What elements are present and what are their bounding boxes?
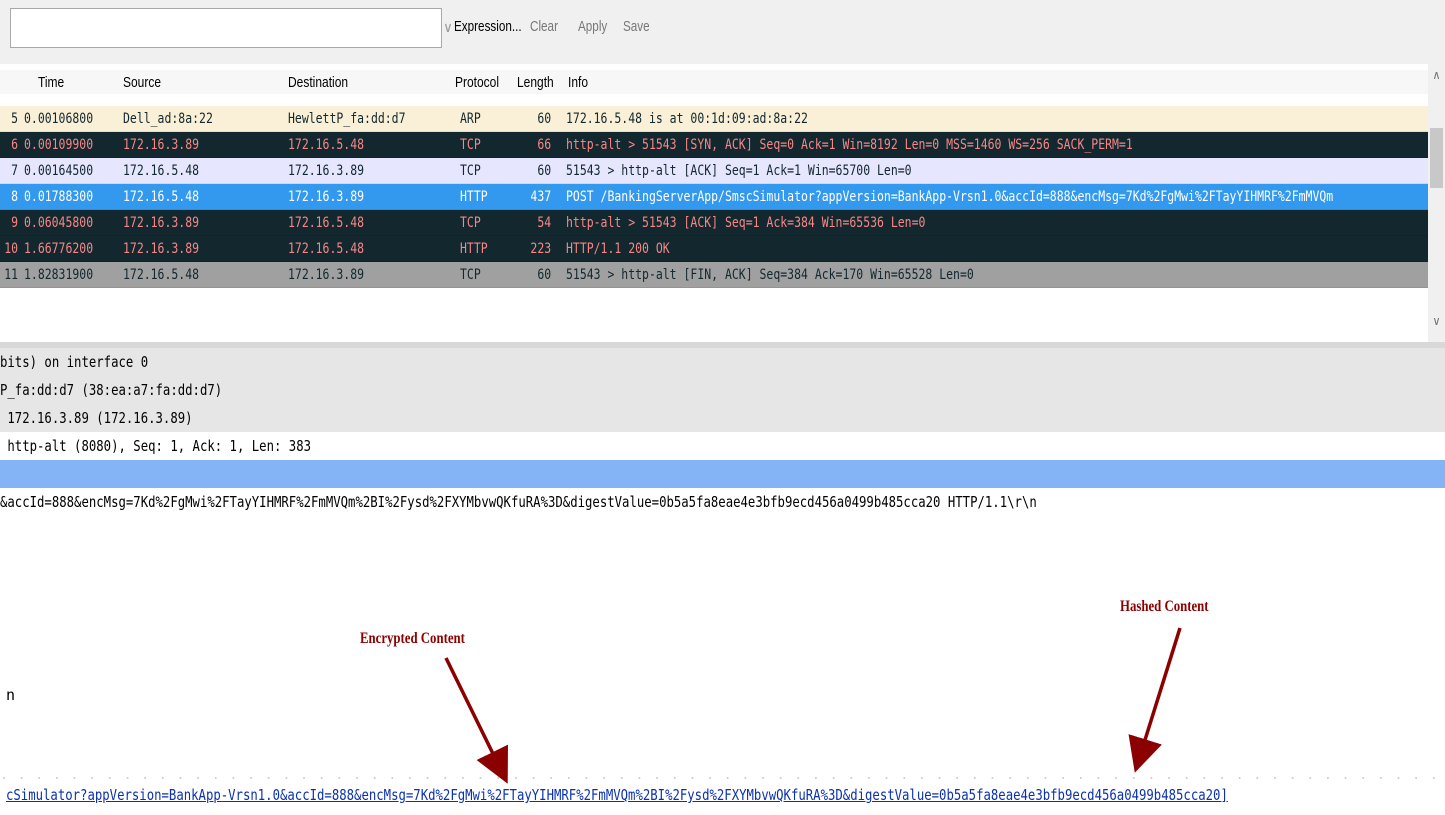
packet-rows: 5 0.00106800 Dell_ad:8a:22 HewlettP_fa:dd:d… (0, 106, 1428, 288)
packet-number: 10 (4, 241, 19, 257)
detail-tree-text: 172.16.3.89 (172.16.3.89) (0, 409, 193, 427)
table-row[interactable]: 11 1.82831900 172.16.5.48 172.16.3.89 TCP 60 5… (0, 262, 1428, 288)
packet-destination: 172.16.3.89 (288, 267, 365, 283)
clear-button[interactable]: Clear (530, 14, 558, 40)
packet-time: 0.00106800 (24, 111, 94, 127)
packet-time: 0.00109900 (24, 137, 94, 153)
packet-source: 172.16.5.48 (123, 267, 200, 283)
packet-time: 0.00164500 (24, 163, 94, 179)
packet-destination: 172.16.5.48 (288, 215, 365, 231)
detail-tree-item[interactable]: 172.16.3.89 (172.16.3.89) (0, 404, 1445, 432)
packet-length: 60 (537, 163, 552, 179)
packet-info: POST /BankingServerApp/SmscSimulator?app… (566, 189, 1334, 205)
packet-time: 1.82831900 (24, 267, 94, 283)
packet-destination: 172.16.5.48 (288, 241, 365, 257)
packet-protocol: TCP (460, 137, 481, 153)
packet-destination: 172.16.3.89 (288, 189, 365, 205)
table-row[interactable]: 5 0.00106800 Dell_ad:8a:22 HewlettP_fa:dd:d… (0, 106, 1428, 132)
packet-length: 54 (537, 215, 552, 231)
detail-tree-item[interactable]: bits) on interface 0 (0, 348, 1445, 376)
expression-button[interactable]: Expression... (454, 14, 522, 40)
packet-info: HTTP/1.1 200 OK (566, 241, 670, 257)
scroll-down-icon[interactable]: ∨ (1428, 314, 1445, 328)
detail-tree-item[interactable]: &accId=888&encMsg=7Kd%2FgMwi%2FTayYIHMRF… (0, 488, 1445, 516)
hashed-arrow (1128, 627, 1182, 773)
packet-number: 5 (11, 111, 19, 127)
encrypted-content-label: Encrypted Content (360, 630, 465, 647)
detail-tree-text: bits) on interface 0 (0, 353, 149, 371)
packet-number: 7 (11, 163, 19, 179)
packet-time: 1.66776200 (24, 241, 94, 257)
packet-destination: 172.16.5.48 (288, 137, 365, 153)
packet-number: 11 (4, 267, 19, 283)
packet-info: 51543 > http-alt [ACK] Seq=1 Ack=1 Win=6… (566, 163, 912, 179)
column-header-length[interactable]: Length (517, 74, 554, 91)
packet-length: 66 (537, 137, 552, 153)
scroll-thumb[interactable] (1430, 128, 1443, 188)
packet-length: 60 (537, 111, 552, 127)
packet-details-tree: bits) on interface 0 P_fa:dd:d7 (38:ea:a7… (0, 348, 1445, 516)
request-uri-link[interactable]: cSimulator?appVersion=BankApp-Vrsn1.0&ac… (6, 786, 1228, 804)
packet-source: 172.16.5.48 (123, 163, 200, 179)
packet-info: 172.16.5.48 is at 00:1d:09:ad:8a:22 (566, 111, 808, 127)
packet-info: http-alt > 51543 [SYN, ACK] Seq=0 Ack=1 … (566, 137, 1133, 153)
packet-number: 8 (11, 189, 19, 205)
table-row[interactable]: 8 0.01788300 172.16.5.48 172.16.3.89 HTTP 437… (0, 184, 1428, 210)
detail-tree-text: http-alt (8080), Seq: 1, Ack: 1, Len: 38… (0, 437, 312, 455)
packet-time: 0.01788300 (24, 189, 94, 205)
column-header-source[interactable]: Source (123, 74, 161, 91)
detail-tree-item[interactable]: P_fa:dd:d7 (38:ea:a7:fa:dd:d7) (0, 376, 1445, 404)
column-header-info[interactable]: Info (568, 74, 588, 91)
chevron-down-icon[interactable]: ∨ (442, 8, 454, 48)
packet-protocol: HTTP (460, 189, 488, 205)
packet-length: 223 (530, 241, 552, 257)
packet-protocol: TCP (460, 215, 481, 231)
packet-source: 172.16.5.48 (123, 189, 200, 205)
display-filter-input[interactable] (10, 8, 442, 48)
packet-protocol: ARP (460, 111, 481, 127)
table-row[interactable]: 6 0.00109900 172.16.3.89 172.16.5.48 TCP 66 ht… (0, 132, 1428, 158)
filter-toolbar: ∨ Expression... Clear Apply Save (0, 0, 1445, 64)
hashed-content-label: Hashed Content (1120, 598, 1209, 615)
packet-list-header: Time Source Destination Protocol Length … (0, 70, 1428, 94)
packet-destination: 172.16.3.89 (288, 163, 365, 179)
packet-source: 172.16.3.89 (123, 137, 200, 153)
packet-source: 172.16.3.89 (123, 241, 200, 257)
packet-length: 60 (537, 267, 552, 283)
packet-number: 9 (11, 215, 19, 231)
scroll-up-icon[interactable]: ∧ (1428, 68, 1445, 82)
column-header-protocol[interactable]: Protocol (455, 74, 499, 91)
packet-protocol: HTTP (460, 241, 488, 257)
table-row[interactable]: 9 0.06045800 172.16.3.89 172.16.5.48 TCP 54 ht… (0, 210, 1428, 236)
packet-info: http-alt > 51543 [ACK] Seq=1 Ack=384 Win… (566, 215, 926, 231)
detail-tree-item[interactable] (0, 460, 1445, 488)
packet-protocol: TCP (460, 267, 481, 283)
packet-protocol: TCP (460, 163, 481, 179)
packet-list-scrollbar[interactable]: ∧ ∨ (1428, 64, 1445, 342)
detail-tree-item[interactable]: http-alt (8080), Seq: 1, Ack: 1, Len: 38… (0, 432, 1445, 460)
table-row[interactable]: 7 0.00164500 172.16.5.48 172.16.3.89 TCP 60 51… (0, 158, 1428, 184)
packet-info: 51543 > http-alt [FIN, ACK] Seq=384 Ack=… (566, 267, 974, 283)
packet-list: Time Source Destination Protocol Length … (0, 64, 1445, 342)
packet-destination: HewlettP_fa:dd:d7 (288, 111, 406, 127)
packet-source: Dell_ad:8a:22 (123, 111, 213, 127)
column-header-destination[interactable]: Destination (288, 74, 348, 91)
encrypted-arrow (444, 657, 508, 784)
packet-time: 0.06045800 (24, 215, 94, 231)
save-button[interactable]: Save (623, 14, 650, 40)
packet-source: 172.16.3.89 (123, 215, 200, 231)
column-header-time[interactable]: Time (38, 74, 64, 91)
packet-number: 6 (11, 137, 19, 153)
packet-length: 437 (530, 189, 552, 205)
detail-tree-text: P_fa:dd:d7 (38:ea:a7:fa:dd:d7) (0, 381, 223, 399)
detail-tree-text: &accId=888&encMsg=7Kd%2FgMwi%2FTayYIHMRF… (0, 493, 1037, 511)
apply-button[interactable]: Apply (578, 14, 607, 40)
table-row[interactable]: 10 1.66776200 172.16.3.89 172.16.5.48 HTTP 22… (0, 236, 1428, 262)
packet-bytes-strip: . . . . . . . . . . . . . . . . . . . . … (0, 768, 1445, 783)
truncated-detail-text: n (6, 686, 16, 704)
